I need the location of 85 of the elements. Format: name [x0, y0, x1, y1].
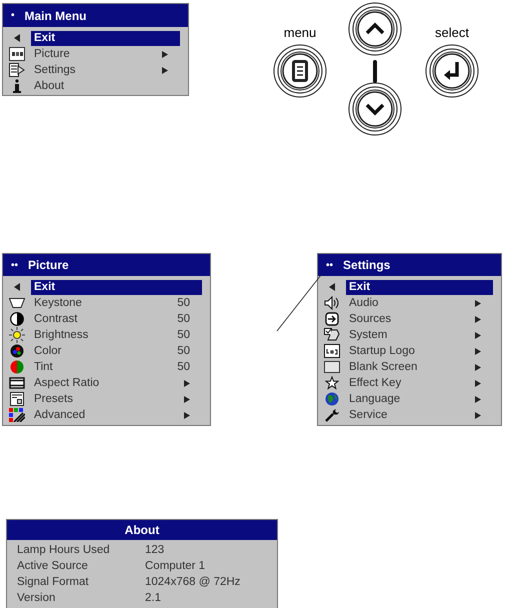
- menu-item[interactable]: Presets: [31, 392, 202, 406]
- submenu-arrow-icon: [475, 412, 481, 418]
- menu-item[interactable]: Brightness 50: [31, 328, 202, 342]
- menu-item[interactable]: Sources: [346, 312, 493, 326]
- submenu-arrow-icon: [162, 66, 168, 74]
- menu-title: Picture: [28, 258, 69, 272]
- about-title: About: [7, 520, 277, 540]
- globe-icon: [325, 392, 339, 406]
- submenu-arrow-icon: [475, 348, 481, 354]
- submenu-arrow-icon: [162, 50, 168, 58]
- wrench-icon: [325, 408, 339, 422]
- menu-key[interactable]: [274, 44, 326, 98]
- submenu-arrow-icon: [475, 332, 481, 338]
- menu-item[interactable]: Contrast 50: [31, 312, 202, 326]
- left-triangle-icon: [13, 34, 21, 42]
- logo-box-icon: [324, 344, 340, 358]
- leader-line: [276, 274, 322, 332]
- menu-item[interactable]: Exit: [31, 30, 180, 46]
- menu-item[interactable]: Blank Screen: [346, 360, 493, 374]
- tint-icon: [10, 360, 24, 374]
- menu-item[interactable]: Audio: [346, 296, 493, 310]
- submenu-arrow-icon: [475, 396, 481, 402]
- left-triangle-icon: [328, 283, 336, 291]
- submenu-arrow-icon: [475, 316, 481, 322]
- color-wheel-icon: [10, 344, 24, 358]
- submenu-arrow-icon: [475, 380, 481, 386]
- menu-title: Main Menu: [24, 8, 87, 22]
- menu-item[interactable]: Language: [346, 392, 493, 406]
- submenu-arrow-icon: [475, 300, 481, 306]
- menu-item[interactable]: Keystone 50: [31, 296, 202, 310]
- left-triangle-icon: [13, 283, 21, 291]
- submenu-arrow-icon: [184, 396, 190, 402]
- menu-item[interactable]: Tint 50: [31, 360, 202, 374]
- contrast-icon: [10, 312, 24, 326]
- info-icon: [13, 79, 21, 93]
- menu-title: Settings: [343, 258, 390, 272]
- menu-item[interactable]: Exit: [346, 280, 493, 294]
- item-value: 50: [177, 361, 190, 373]
- item-value: 50: [177, 345, 190, 357]
- info-label: Version: [17, 591, 56, 606]
- key-label: select: [435, 25, 469, 40]
- submenu-arrow-icon: [475, 364, 481, 370]
- info-value: 2.1: [145, 591, 162, 606]
- info-label: Lamp Hours Used: [17, 543, 111, 558]
- menu-item[interactable]: Startup Logo: [346, 344, 493, 358]
- sun-icon: [9, 327, 25, 343]
- menu-item[interactable]: Effect Key: [346, 376, 493, 390]
- menu-item[interactable]: Color 50: [31, 344, 202, 358]
- select-key[interactable]: [426, 44, 478, 98]
- title-bullet: ••: [326, 260, 334, 270]
- key-label: menu: [284, 25, 316, 40]
- document-arrow-icon: [9, 63, 25, 77]
- up-key[interactable]: [348, 2, 402, 56]
- menu-item[interactable]: Settings: [31, 62, 180, 78]
- menu-item[interactable]: Picture: [31, 46, 180, 62]
- info-value: 1024x768 @ 72Hz: [145, 575, 242, 590]
- title-bullet: •: [11, 10, 15, 21]
- checkbox-icon: [324, 328, 340, 342]
- menu-item[interactable]: About: [31, 78, 180, 94]
- menu-item[interactable]: System: [346, 328, 493, 342]
- input-arrow-icon: [325, 312, 339, 326]
- image-icon: [9, 47, 25, 61]
- divider-bar: [373, 60, 377, 83]
- star-icon: [325, 376, 339, 390]
- menu-item[interactable]: Advanced: [31, 408, 202, 422]
- info-value: Computer 1: [145, 559, 206, 574]
- speaker-icon: [324, 296, 340, 310]
- menu-item[interactable]: Service: [346, 408, 493, 422]
- blank-screen-icon: [324, 361, 340, 373]
- submenu-arrow-icon: [184, 380, 190, 386]
- menu-item[interactable]: Exit: [31, 280, 202, 294]
- item-value: 50: [177, 297, 190, 309]
- screen-icon: [9, 377, 25, 389]
- info-label: Active Source: [17, 559, 89, 574]
- title-bullet: ••: [11, 260, 18, 270]
- info-value: 123: [145, 543, 166, 558]
- trapezoid-icon: [9, 298, 25, 308]
- menu-item[interactable]: Aspect Ratio: [31, 376, 202, 390]
- info-label: Signal Format: [17, 575, 90, 590]
- item-value: 50: [177, 329, 190, 341]
- item-value: 50: [177, 313, 190, 325]
- document-checkbox-icon: [10, 392, 24, 406]
- down-key[interactable]: [348, 82, 402, 136]
- color-squares-icon: [9, 408, 25, 422]
- submenu-arrow-icon: [184, 412, 190, 418]
